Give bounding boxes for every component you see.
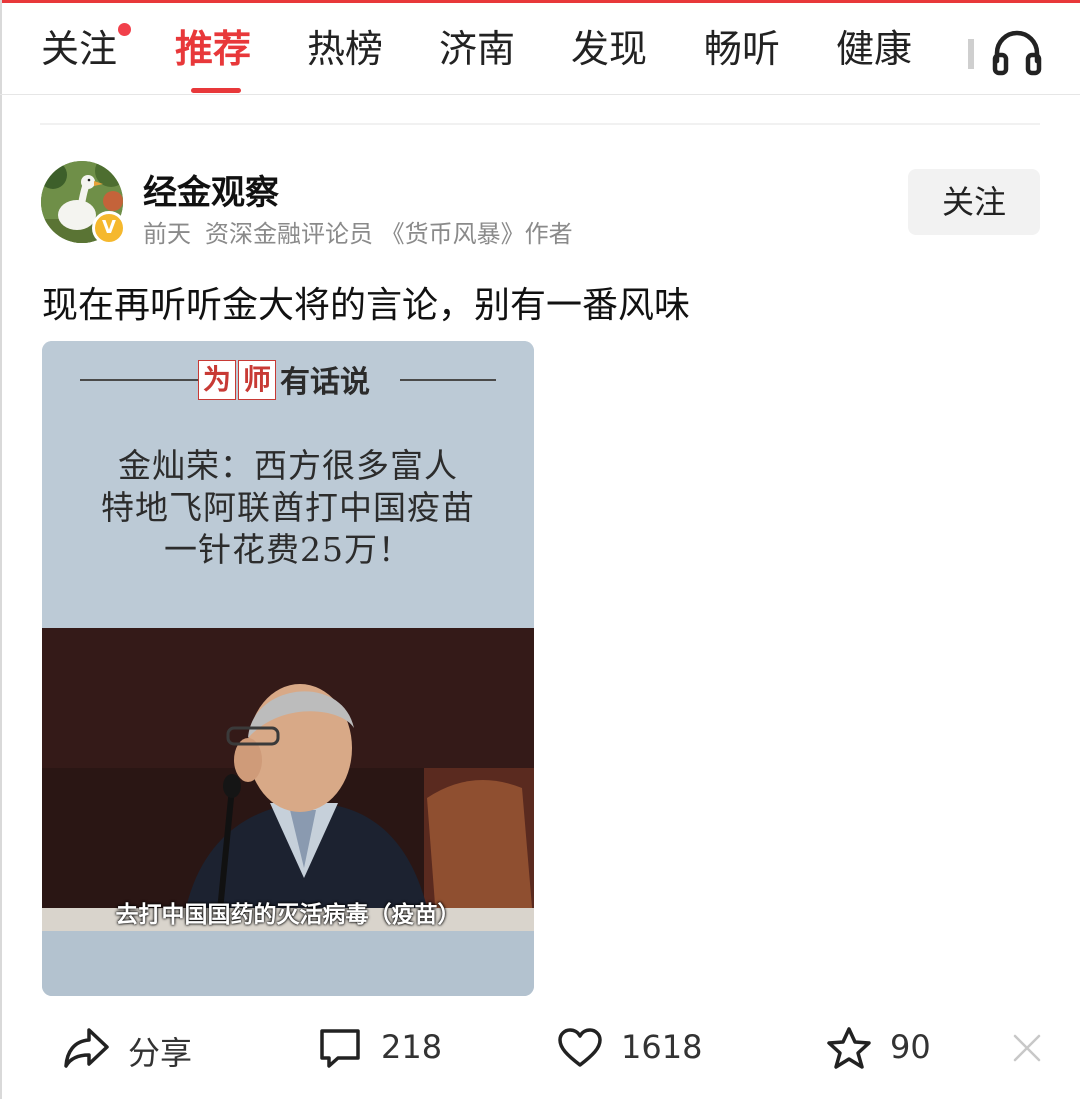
favorite-count: 90 bbox=[890, 1028, 931, 1066]
tab-hot[interactable]: 热榜 bbox=[307, 25, 383, 73]
quote-line-2: 特地飞阿联酋打中国疫苗 bbox=[101, 488, 475, 527]
headphones-icon[interactable] bbox=[990, 27, 1044, 77]
tab-label: 健康 bbox=[836, 27, 913, 71]
divider bbox=[40, 123, 1040, 125]
like-count: 1618 bbox=[621, 1028, 703, 1066]
heart-icon bbox=[558, 1028, 602, 1067]
close-icon[interactable] bbox=[1012, 1033, 1042, 1063]
tab-overflow-hint bbox=[968, 39, 974, 69]
quote-line-3: 一针花费25万！ bbox=[164, 530, 412, 569]
tab-bar: 关注 推荐 热榜 济南 发现 畅听 健康 bbox=[0, 3, 1080, 95]
left-edge bbox=[0, 0, 2, 1099]
speaker-video-image bbox=[42, 628, 534, 931]
like-button[interactable]: 1618 bbox=[557, 1022, 707, 1074]
comment-icon bbox=[320, 1029, 360, 1068]
favorite-button[interactable]: 90 bbox=[826, 1022, 936, 1074]
notification-dot-icon bbox=[118, 23, 132, 36]
author-name[interactable]: 经金观察 bbox=[143, 165, 279, 214]
tab-label: 推荐 bbox=[175, 27, 252, 71]
comment-count: 218 bbox=[381, 1028, 443, 1066]
comment-button[interactable]: 218 bbox=[318, 1022, 448, 1074]
tab-label: 发现 bbox=[571, 27, 648, 71]
video-frame bbox=[42, 628, 534, 931]
tag-char-1: 为 bbox=[198, 360, 236, 400]
verified-icon: V bbox=[92, 211, 126, 245]
tab-jinan[interactable]: 济南 bbox=[439, 25, 515, 73]
tab-discover[interactable]: 发现 bbox=[571, 25, 647, 73]
quote-line-1: 金灿荣：西方很多富人 bbox=[118, 446, 458, 485]
tab-label: 济南 bbox=[439, 27, 516, 71]
post-text[interactable]: 现在再听听金大将的言论，别有一番风味 bbox=[42, 276, 690, 328]
active-tab-indicator bbox=[191, 88, 241, 93]
follow-button[interactable]: 关注 bbox=[908, 169, 1040, 235]
tag-char-2: 师 bbox=[238, 360, 276, 400]
tag-text: 有话说 bbox=[280, 365, 370, 400]
tab-following[interactable]: 关注 bbox=[41, 23, 132, 73]
tab-health[interactable]: 健康 bbox=[836, 25, 912, 73]
video-subtitle: 去打中国国药的灭活病毒（疫苗） bbox=[115, 902, 461, 928]
share-label: 分享 bbox=[128, 1034, 193, 1072]
post-time: 前天 bbox=[143, 220, 191, 248]
tab-label: 畅听 bbox=[704, 27, 781, 71]
tab-label: 关注 bbox=[41, 27, 118, 71]
star-icon bbox=[827, 1027, 871, 1069]
decor-line-left bbox=[80, 379, 210, 381]
tab-recommended[interactable]: 推荐 bbox=[175, 25, 251, 73]
share-icon bbox=[64, 1028, 109, 1068]
share-button[interactable]: 分享 bbox=[63, 1022, 203, 1074]
video-card[interactable]: 为 师 有话说 金灿荣：西方很多富人 特地飞阿联酋打中国疫苗 一针花费25万！ … bbox=[42, 341, 534, 996]
video-footer bbox=[42, 931, 534, 996]
decor-line-right bbox=[400, 379, 496, 381]
tab-label: 热榜 bbox=[307, 27, 384, 71]
video-title-panel: 为 师 有话说 金灿荣：西方很多富人 特地飞阿联酋打中国疫苗 一针花费25万！ bbox=[42, 341, 534, 628]
author-meta: 前天 资深金融评论员 《货币风暴》作者 bbox=[143, 214, 573, 249]
tab-listen[interactable]: 畅听 bbox=[704, 25, 780, 73]
author-description: 资深金融评论员 《货币风暴》作者 bbox=[205, 220, 573, 248]
